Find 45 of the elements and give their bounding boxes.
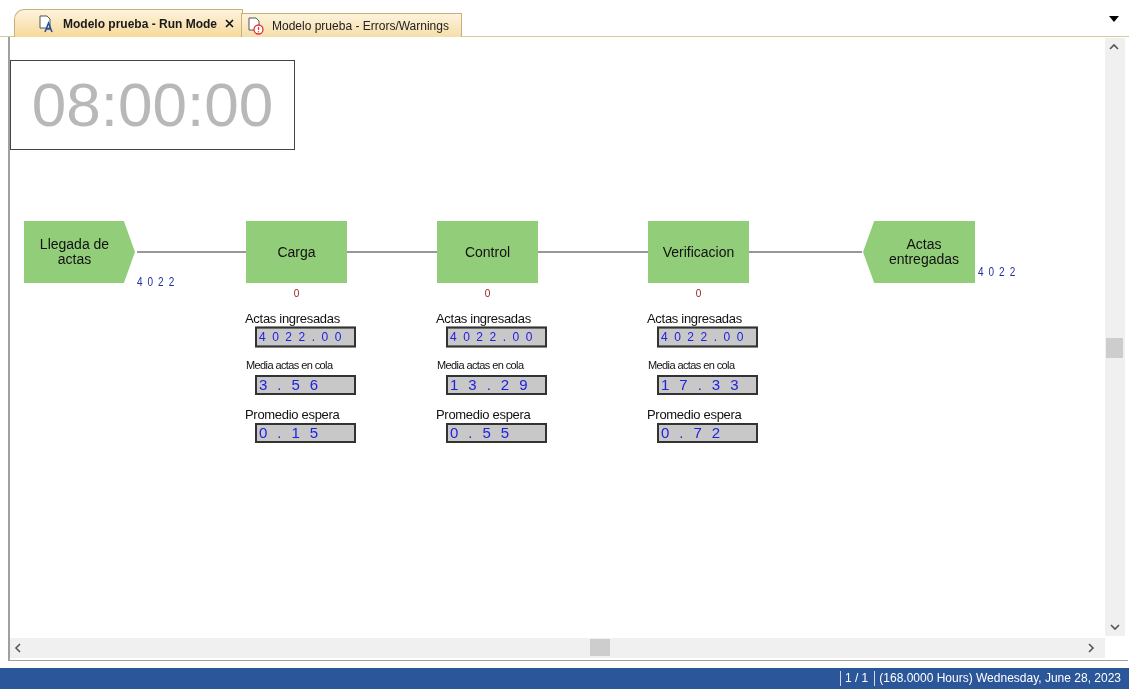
value-display: 4022.00 [255,326,356,348]
dropdown-icon[interactable] [1109,16,1119,22]
tab[interactable]: Modelo prueba - Run Mode [14,9,243,37]
scroll-thumb[interactable] [590,639,610,656]
scroll-left-icon[interactable] [14,643,21,653]
scroll-right-icon[interactable] [1088,643,1095,653]
stat-label: Promedio espera [647,408,742,421]
value-display: 17.33 [657,375,758,395]
scroll-thumb[interactable] [1106,338,1123,358]
value-display: 0.15 [255,423,356,443]
stat-label: Media actas en cola [437,360,524,371]
value-display: 0.72 [657,423,758,443]
value-display: 4022.00 [657,326,758,348]
stat-label: Promedio espera [245,408,340,421]
vertical-scrollbar[interactable] [1105,38,1125,636]
value-display: 13.29 [446,375,547,395]
status-text: (168.0000 Hours) Wednesday, June 28, 2023 [874,671,1127,686]
queue-count: 0 [292,289,301,299]
document-warning-icon [248,16,264,35]
scroll-up-icon[interactable] [1109,43,1119,50]
process-node: Verificacion [648,221,749,283]
value-display: 0.55 [446,423,547,443]
page-indicator: 1 / 1 [839,671,875,686]
horizontal-scrollbar[interactable] [10,638,1105,658]
source-node: Llegada de actas [24,221,135,283]
queue-count: 0 [483,289,492,299]
document-icon [39,14,55,33]
count-label: 4022 [137,273,180,291]
tab[interactable]: Modelo prueba - Errors/Warnings [241,13,462,37]
close-icon[interactable] [225,19,234,28]
clock-display: 08:00:00 [10,60,295,150]
stat-label: Actas ingresadas [647,312,742,325]
process-node: Control [437,221,538,283]
stat-label: Media actas en cola [648,360,735,371]
stat-label: Actas ingresadas [436,312,531,325]
value-display: 3.56 [255,375,356,395]
count-label: 4022 [978,263,1021,281]
process-node: Carga [246,221,347,283]
scroll-down-icon[interactable] [1110,624,1120,631]
stat-label: Actas ingresadas [245,312,340,325]
sink-node: Actas entregadas [863,221,975,283]
stat-label: Promedio espera [436,408,531,421]
queue-count: 0 [694,289,703,299]
stat-label: Media actas en cola [246,360,333,371]
value-display: 4022.00 [446,326,547,348]
